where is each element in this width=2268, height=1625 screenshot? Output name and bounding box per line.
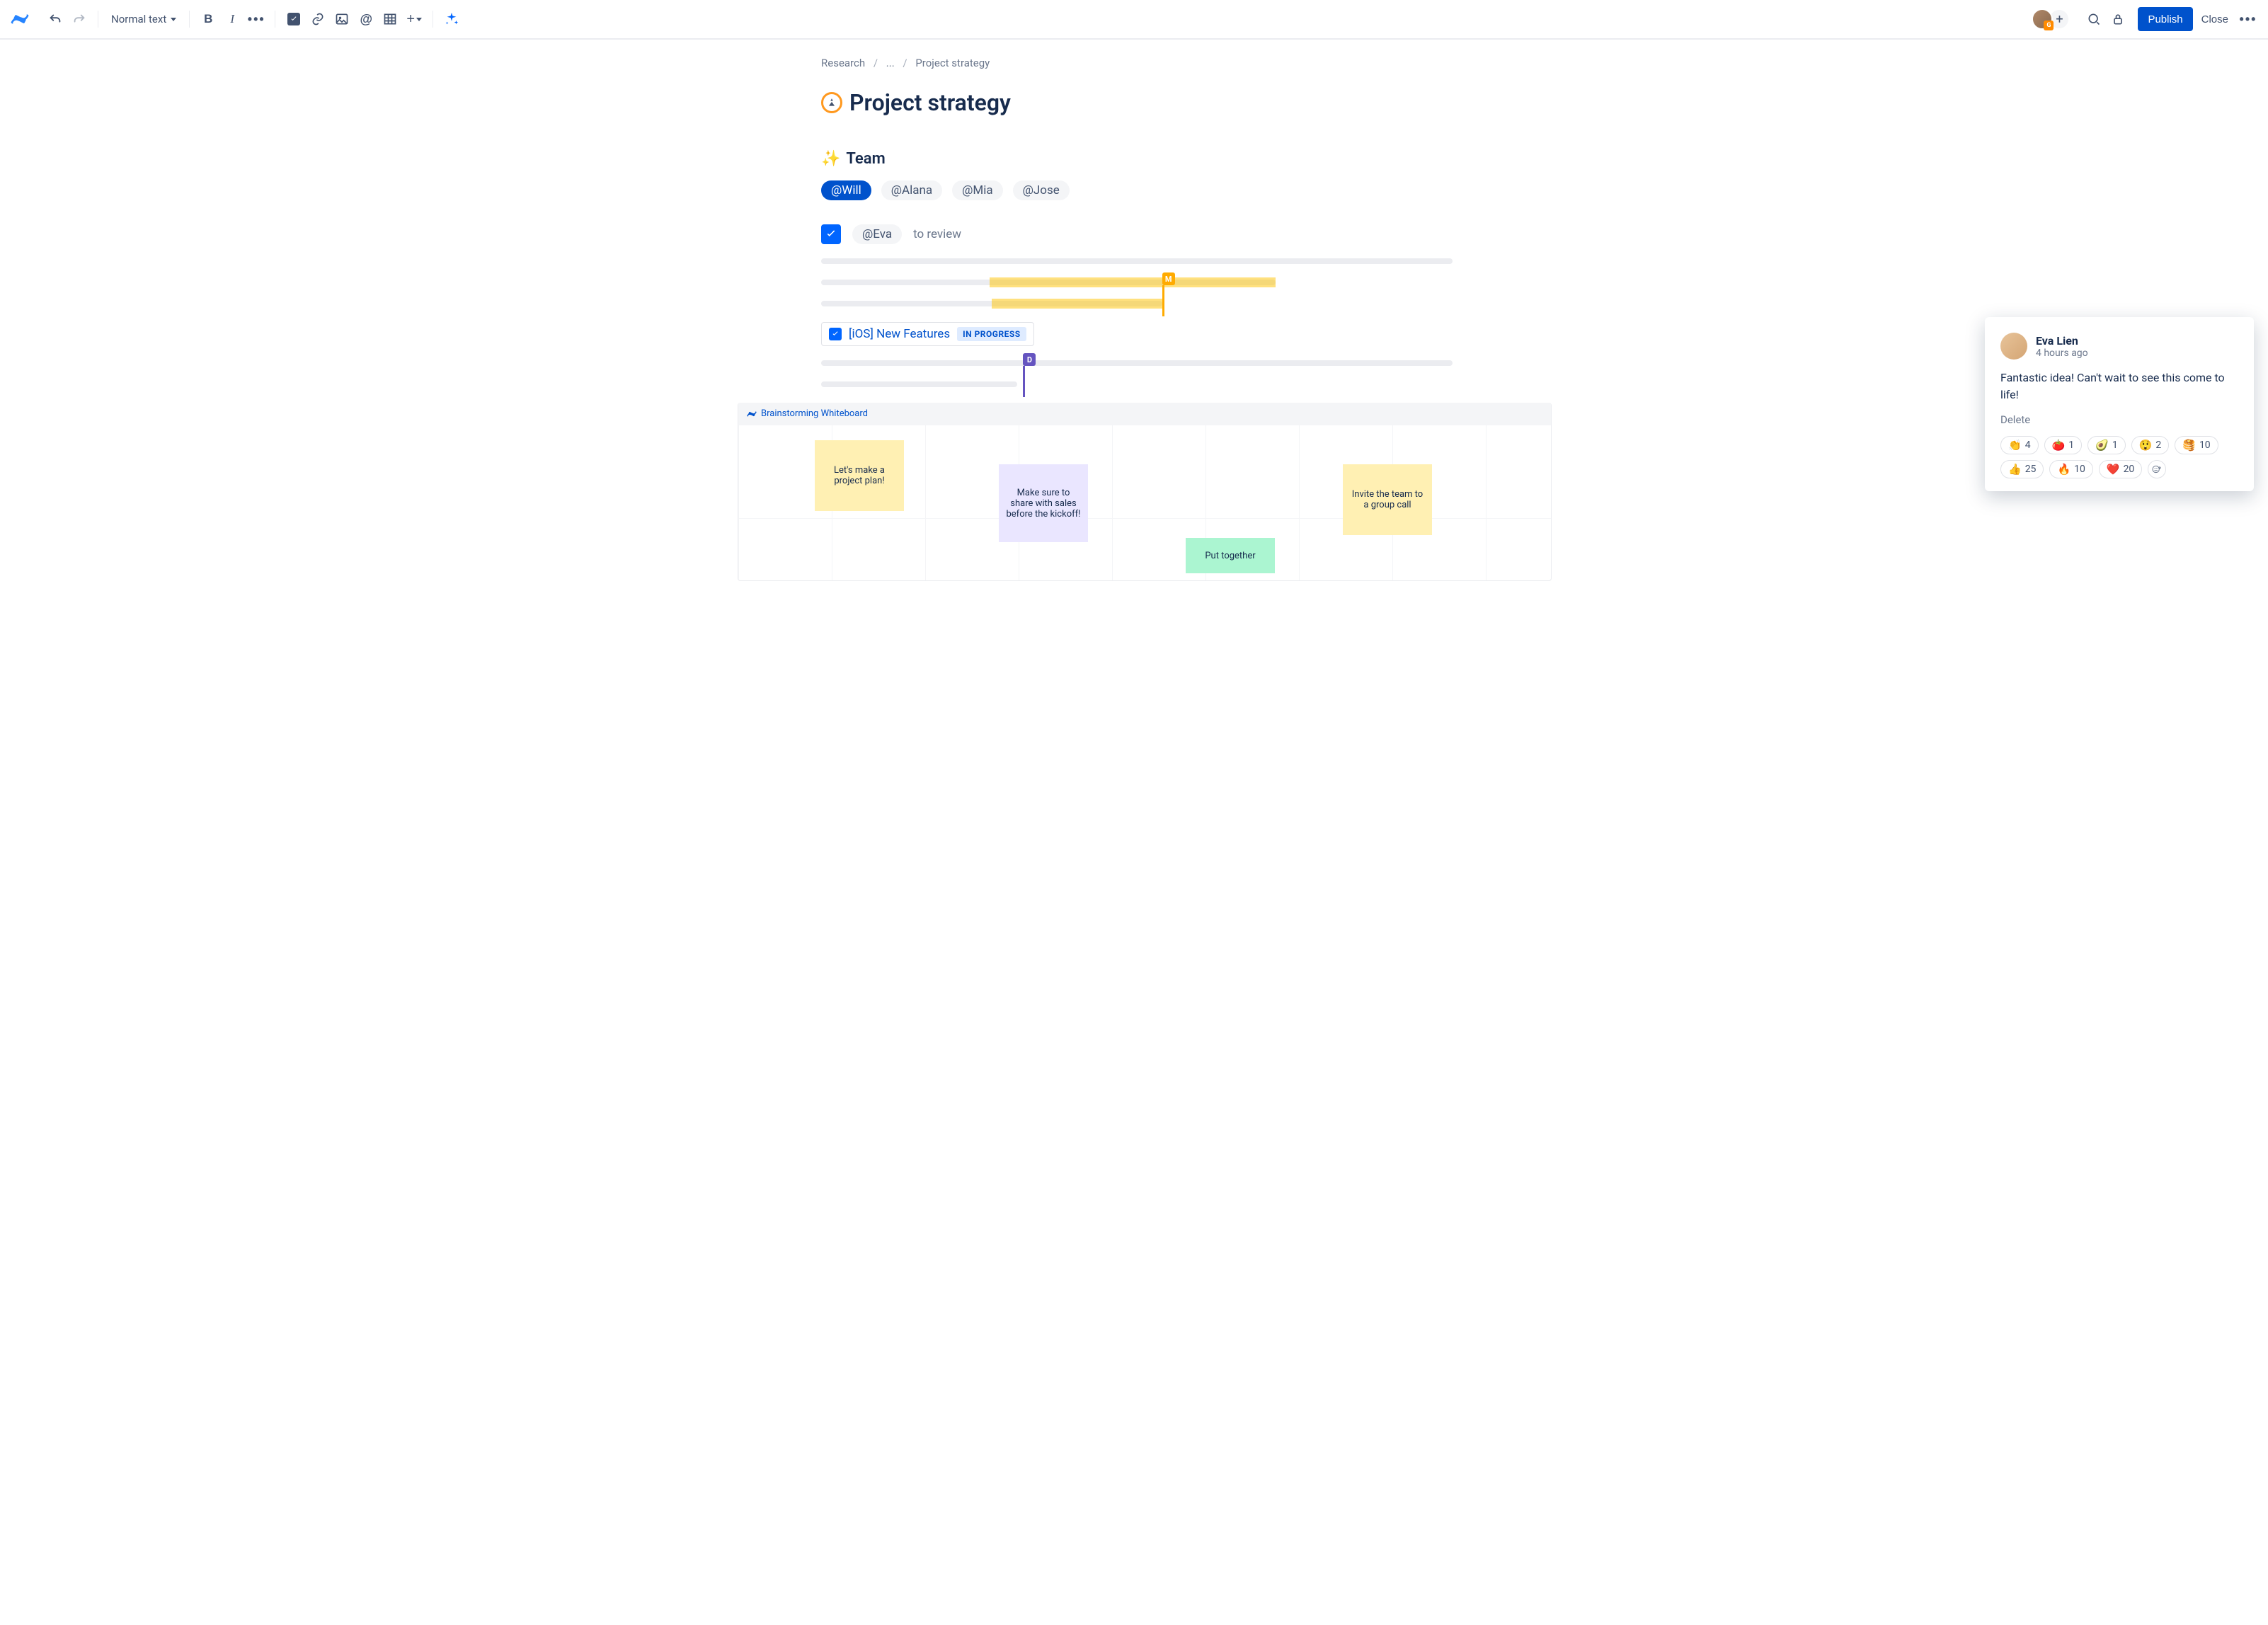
sparkles-icon: ✨ <box>821 150 840 168</box>
team-heading: Team <box>846 150 885 168</box>
breadcrumb-ellipsis[interactable]: ... <box>886 57 895 69</box>
reaction-pill[interactable]: 👍25 <box>2000 460 2044 478</box>
task-checkbox-icon[interactable] <box>821 224 841 244</box>
editor-toolbar: Normal text B I ••• @ + <box>0 0 2268 40</box>
confluence-logo-icon[interactable] <box>8 8 31 30</box>
breadcrumb: Research / ... / Project strategy <box>815 57 1453 69</box>
sticky-note[interactable]: Invite the team to a group call <box>1343 464 1432 535</box>
collab-cursor-d: D <box>1023 353 1036 366</box>
content-placeholder-2: D <box>815 360 1453 387</box>
image-icon[interactable] <box>331 8 353 30</box>
mention-will[interactable]: @Will <box>821 180 871 200</box>
page-title[interactable]: Project strategy <box>849 89 1011 116</box>
overflow-menu-icon[interactable]: ••• <box>2237 8 2260 30</box>
chevron-down-icon <box>171 18 176 21</box>
review-task: @Eva to review <box>815 224 1453 244</box>
whiteboard-canvas[interactable]: Let's make a project plan! Make sure to s… <box>738 425 1551 580</box>
reaction-pill[interactable]: 🍅1 <box>2044 436 2083 454</box>
jira-status-badge: IN PROGRESS <box>957 327 1026 341</box>
presence-avatars: + <box>2036 8 2070 30</box>
sticky-note[interactable]: Put together <box>1186 538 1275 573</box>
comment-author-name[interactable]: Eva Lien <box>2036 334 2088 348</box>
reaction-pill[interactable]: 😲2 <box>2131 436 2170 454</box>
mention-eva[interactable]: @Eva <box>852 224 902 244</box>
sticky-note[interactable]: Let's make a project plan! <box>815 440 904 511</box>
breadcrumb-current: Project strategy <box>915 57 990 69</box>
more-formatting-icon[interactable]: ••• <box>245 8 268 30</box>
comment-author-avatar[interactable] <box>2000 333 2027 360</box>
add-reaction-icon[interactable] <box>2148 460 2166 478</box>
team-mentions: @Will @Alana @Mia @Jose <box>815 180 1453 200</box>
reaction-pill[interactable]: 🔥10 <box>2049 460 2092 478</box>
comment-reactions: 👏4 🍅1🥑1 😲2 🥞10 👍25 🔥10 ❤️20 <box>2000 436 2238 478</box>
reaction-pill[interactable]: 👏4 <box>2000 436 2039 454</box>
action-item-icon[interactable] <box>282 8 305 30</box>
jira-issue-title: [iOS] New Features <box>849 327 950 341</box>
comment-delete-link[interactable]: Delete <box>2000 413 2030 426</box>
publish-button[interactable]: Publish <box>2138 7 2192 31</box>
mention-icon[interactable]: @ <box>355 8 377 30</box>
mention-mia[interactable]: @Mia <box>952 180 1003 200</box>
close-button[interactable]: Close <box>2194 7 2235 31</box>
undo-icon[interactable] <box>44 8 67 30</box>
reaction-pill[interactable]: ❤️20 <box>2099 460 2142 478</box>
breadcrumb-root[interactable]: Research <box>821 57 865 69</box>
comment-body: Fantastic idea! Can't wait to see this c… <box>2000 369 2238 403</box>
page-emoji-icon[interactable] <box>821 92 842 113</box>
collab-cursor-m: M <box>1162 272 1175 285</box>
ai-sparkle-icon[interactable] <box>440 8 463 30</box>
jira-task-icon <box>829 328 842 340</box>
reaction-pill[interactable]: 🥑1 <box>2087 436 2126 454</box>
sticky-note[interactable]: Make sure to share with sales before the… <box>999 464 1088 542</box>
italic-icon[interactable]: I <box>221 8 244 30</box>
search-icon[interactable] <box>2083 8 2105 30</box>
comment-popup: Eva Lien 4 hours ago Fantastic idea! Can… <box>1985 317 2254 491</box>
mention-alana[interactable]: @Alana <box>881 180 942 200</box>
jira-issue-card[interactable]: [iOS] New Features IN PROGRESS <box>821 322 1034 346</box>
mention-jose[interactable]: @Jose <box>1013 180 1070 200</box>
bold-icon[interactable]: B <box>197 8 219 30</box>
reaction-pill[interactable]: 🥞10 <box>2175 436 2218 454</box>
whiteboard-title[interactable]: Brainstorming Whiteboard <box>761 408 868 419</box>
redo-icon[interactable] <box>68 8 91 30</box>
text-style-select[interactable]: Normal text <box>105 8 182 30</box>
content-placeholder: M <box>815 258 1453 306</box>
presence-avatar[interactable] <box>2032 8 2053 30</box>
text-style-label: Normal text <box>111 13 166 25</box>
insert-more-icon[interactable]: + <box>403 8 425 30</box>
restrictions-icon[interactable] <box>2107 8 2129 30</box>
link-icon[interactable] <box>307 8 329 30</box>
table-icon[interactable] <box>379 8 401 30</box>
comment-timestamp: 4 hours ago <box>2036 348 2088 359</box>
whiteboard-embed: Brainstorming Whiteboard Let's make a pr… <box>738 403 1552 581</box>
review-task-note: to review <box>913 227 961 241</box>
